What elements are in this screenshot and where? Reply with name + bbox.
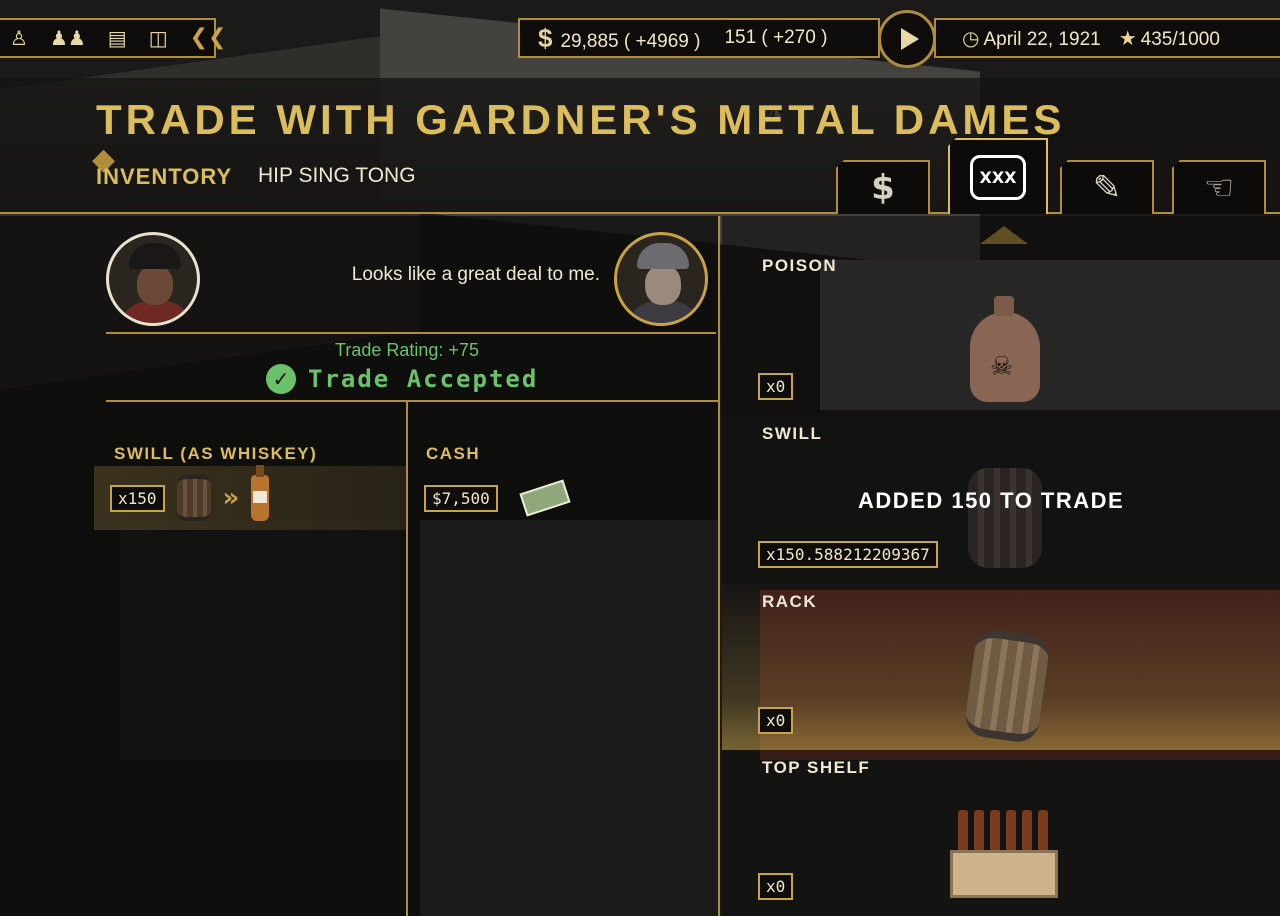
- date-value: April 22, 1921: [983, 28, 1101, 50]
- trade-status-text: Trade Accepted: [308, 365, 539, 393]
- agent-icon[interactable]: ♙: [10, 28, 28, 48]
- whiskey-bottle-icon: [251, 465, 270, 521]
- item-count: x150.588212209367: [758, 541, 938, 568]
- play-icon: [900, 28, 919, 50]
- offer-right-row[interactable]: $7,500: [408, 466, 720, 530]
- item-name: POISON: [762, 256, 838, 275]
- collapse-arrow-icon[interactable]: ❮❮: [190, 27, 227, 49]
- player-avatar: [106, 232, 200, 326]
- tab-booze[interactable]: XXX: [948, 138, 1048, 214]
- offer-left-label: SWILL (AS WHISKEY): [114, 444, 318, 463]
- item-count: x0: [758, 707, 794, 734]
- trade-rating: Trade Rating: +75: [335, 340, 479, 360]
- family-icon[interactable]: ♟♟: [50, 28, 86, 48]
- cash-tab-icon: $: [871, 168, 895, 208]
- added-to-trade-toast: ADDED 150 TO TRADE: [858, 488, 1125, 513]
- item-count: x0: [758, 373, 794, 400]
- inventory-item-rack[interactable]: RACK x0: [722, 584, 1280, 750]
- tab-cash[interactable]: $: [836, 160, 930, 214]
- offer-right-label: CASH: [426, 444, 481, 463]
- cash-stack-icon: [519, 479, 571, 517]
- inventory-owner: HIP SING TONG: [258, 164, 416, 187]
- rack-barrel-icon: [962, 627, 1052, 745]
- offer-left-qty: x150: [110, 484, 165, 512]
- ledger-icon[interactable]: ▤: [108, 28, 127, 48]
- offer-left-row[interactable]: x150 »: [94, 465, 406, 530]
- briefcase-icon[interactable]: ◫: [149, 28, 168, 48]
- swill-barrel-icon: [968, 468, 1042, 568]
- divider: [106, 400, 718, 402]
- checkmark-icon: ✓: [266, 364, 296, 394]
- convert-arrow-icon: »: [222, 483, 240, 513]
- time-panel: ◷ April 22, 1921 ★ 435/1000: [934, 18, 1280, 58]
- inventory-item-swill[interactable]: SWILL ADDED 150 TO TRADE x150.5882122093…: [722, 416, 1280, 584]
- play-button[interactable]: [878, 10, 936, 68]
- tommy-gun-icon: ✎: [1092, 168, 1122, 208]
- inventory-item-top-shelf[interactable]: TOP SHELF x0: [722, 750, 1280, 916]
- dealer-quote: Looks like a great deal to me.: [351, 264, 600, 285]
- dollar-icon: $: [538, 22, 553, 53]
- tab-weapons[interactable]: ✎: [1060, 160, 1154, 214]
- item-name: TOP SHELF: [762, 758, 871, 777]
- dealer-avatar: [614, 232, 708, 326]
- divider: [106, 332, 716, 334]
- inventory-label: INVENTORY: [96, 164, 233, 189]
- item-count: x0: [758, 873, 794, 900]
- item-name: SWILL: [762, 424, 823, 443]
- item-name: RACK: [762, 592, 818, 611]
- barrel-icon: [176, 475, 211, 521]
- heat-stat: ★ 435/1000: [1119, 26, 1220, 51]
- heat-value: 435/1000: [1140, 28, 1220, 50]
- clock-icon: ◷: [962, 27, 980, 50]
- menu-icons: ♙ ♟♟ ▤ ◫ ❮❮: [0, 18, 226, 58]
- poison-jug-icon: ☠: [970, 296, 1040, 402]
- badge-star-icon: ★: [1118, 27, 1137, 50]
- inventory-item-poison[interactable]: POISON ☠ x0: [722, 216, 1280, 416]
- date-stat: ◷ April 22, 1921: [962, 26, 1101, 51]
- trade-header: TRADE WITH GARDNER'S METAL DAMES ◆ INVEN…: [0, 78, 1280, 214]
- trade-status: ✓ Trade Accepted: [266, 364, 538, 394]
- cash-value: 29,885 ( +4969 ): [560, 30, 701, 52]
- booze-stat: ◮151 ( +270 ): [724, 27, 828, 120]
- inventory-list: POISON ☠ x0 SWILL ADDED 150 TO TRADE x15…: [722, 216, 1280, 916]
- offer-right-amount: $7,500: [424, 484, 498, 512]
- booze-value: 151 ( +270 ): [724, 27, 828, 48]
- category-tabs: $ XXX ✎ ☜: [836, 138, 1280, 214]
- trade-offer-panel: Looks like a great deal to me. Trade Rat…: [0, 216, 720, 916]
- resources-panel: $29,885 ( +4969 ) ◮151 ( +270 ): [518, 18, 880, 120]
- booze-jug-tab-icon: XXX: [970, 154, 1026, 200]
- bottle-crate-icon: [950, 810, 1058, 900]
- tab-pistols[interactable]: ☜: [1172, 160, 1266, 214]
- top-bar: ♙ ♟♟ ▤ ◫ ❮❮ $29,885 ( +4969 ) ◮151 ( +27…: [0, 0, 1280, 120]
- pistol-icon: ☜: [1203, 168, 1235, 208]
- cash-stat: $29,885 ( +4969 ): [538, 23, 700, 54]
- page-title: TRADE WITH GARDNER'S METAL DAMES: [96, 96, 1066, 143]
